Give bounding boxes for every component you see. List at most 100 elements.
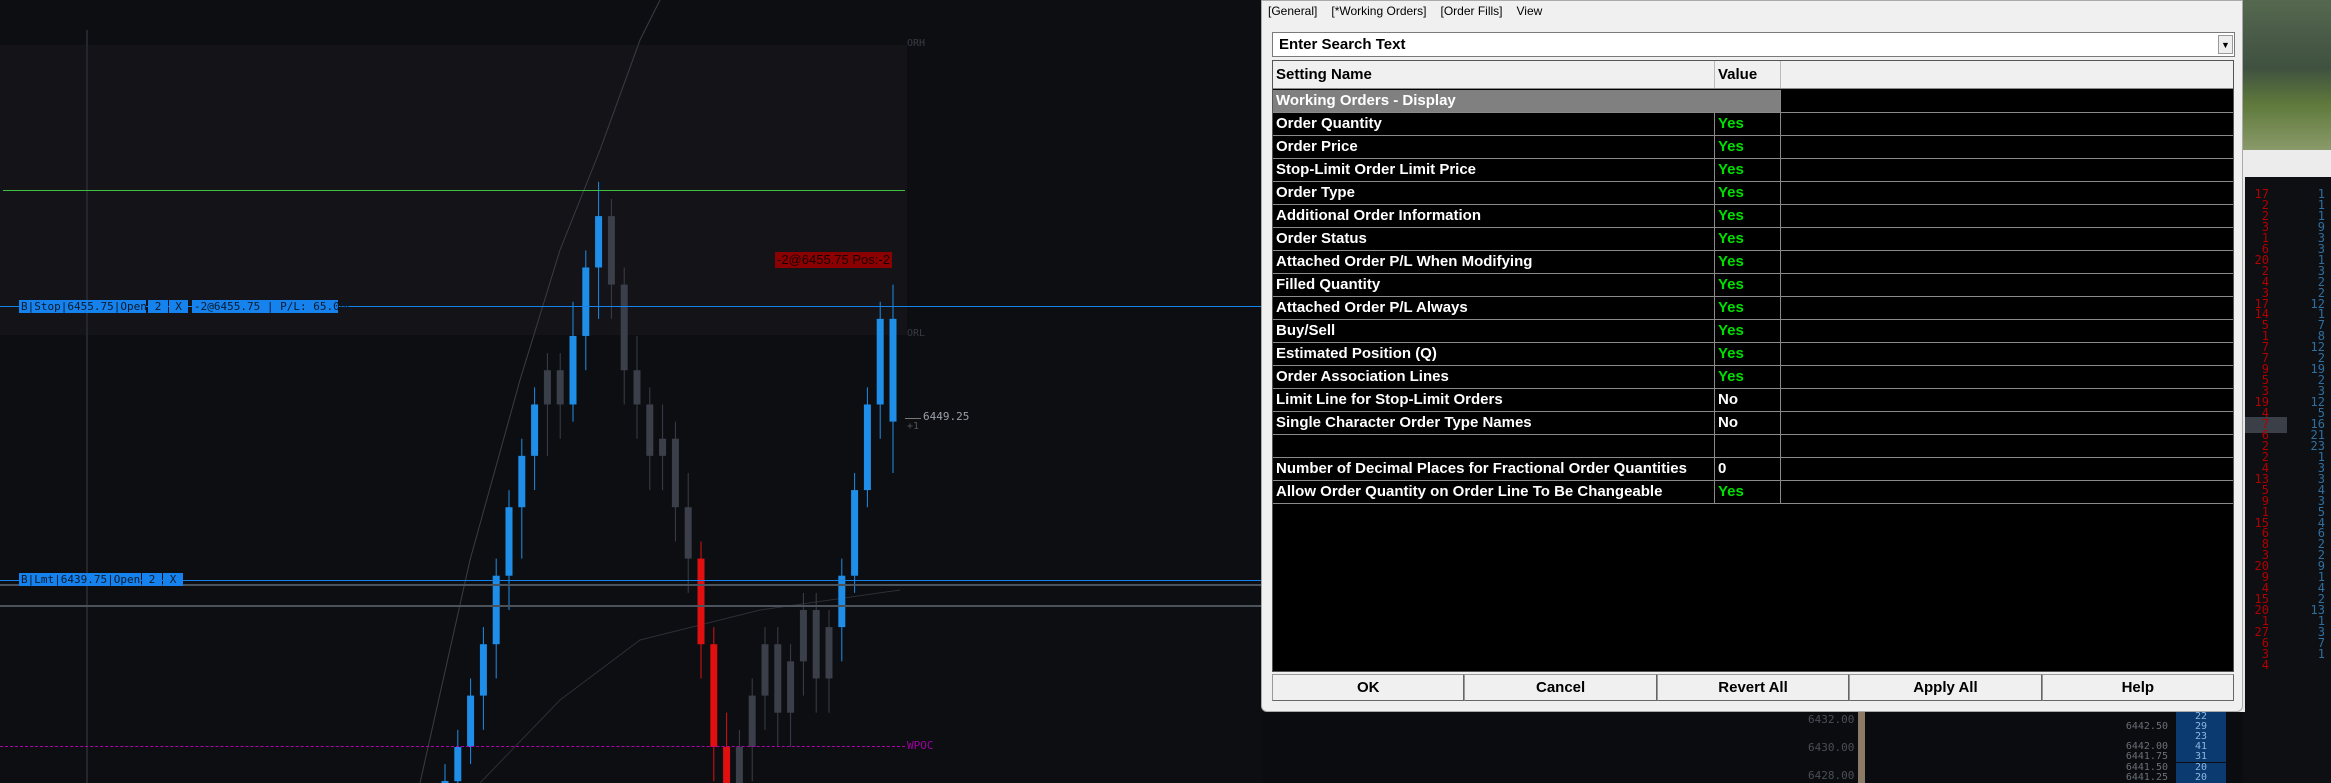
tab-working-orders[interactable]: [*Working Orders] [1331, 4, 1426, 18]
setting-row[interactable]: Attached Order P/L Always Yes [1273, 297, 2233, 320]
setting-row[interactable]: Order Price Yes [1273, 136, 2233, 159]
stop-order-info[interactable]: B|Stop|6455.75|Open|0 [19, 300, 160, 313]
chart-settings-dialog: [General] [*Working Orders] [Order Fills… [1261, 0, 2243, 712]
orl-label: ORL [907, 328, 926, 339]
setting-name: Estimated Position (Q) [1276, 345, 1437, 362]
column-setting-name[interactable]: Setting Name [1276, 61, 1713, 88]
search-input[interactable]: Enter Search Text ▼ [1272, 32, 2235, 57]
setting-value[interactable]: Yes [1714, 136, 1780, 158]
candle-body [684, 507, 692, 559]
limit-order-qty[interactable]: 2 [142, 573, 162, 586]
setting-row[interactable]: Filled Quantity Yes [1273, 274, 2233, 297]
ok-button[interactable]: OK [1272, 674, 1465, 701]
candle-body [633, 370, 641, 405]
candle-body [787, 661, 795, 713]
setting-row[interactable]: Limit Line for Stop-Limit Orders No [1273, 389, 2233, 412]
vpoc-line [0, 746, 905, 747]
setting-row[interactable]: Buy/Sell Yes [1273, 320, 2233, 343]
setting-name: Attached Order P/L Always [1276, 299, 1468, 316]
last-price-delta: +1 [907, 421, 920, 432]
setting-value[interactable]: Yes [1714, 274, 1780, 296]
dialog-buttons: OK Cancel Revert All Apply All Help [1272, 674, 2235, 701]
ladder-bid-size[interactable]: 31 [2176, 752, 2226, 763]
setting-value[interactable]: Yes [1714, 297, 1780, 319]
candle-body [851, 490, 859, 576]
setting-row[interactable]: Order Status Yes [1273, 228, 2233, 251]
limit-order-line[interactable] [0, 580, 1262, 581]
setting-value[interactable]: No [1714, 389, 1780, 411]
setting-row[interactable]: Order Type Yes [1273, 182, 2233, 205]
candle-body [646, 404, 654, 456]
gray-level-line [0, 584, 1262, 586]
setting-row[interactable]: Number of Decimal Places for Fractional … [1273, 458, 2233, 481]
setting-value[interactable]: Yes [1714, 205, 1780, 227]
price-chart[interactable]: WPOC ORH ORL 6449.25 +1 -2@6455.75 Pos:-… [0, 0, 1262, 783]
setting-value[interactable]: Yes [1714, 251, 1780, 273]
limit-order-info[interactable]: B|Lmt|6439.75|Open|0 [19, 573, 153, 586]
candle-body [748, 695, 756, 747]
limit-order-cancel-button[interactable]: X [163, 573, 183, 586]
setting-name: Order Association Lines [1276, 368, 1449, 385]
revert-all-button[interactable]: Revert All [1656, 674, 1850, 701]
candle-body [710, 644, 718, 747]
dom-sell-volume[interactable]: 4 [2245, 659, 2269, 671]
setting-row[interactable]: Estimated Position (Q) Yes [1273, 343, 2233, 366]
dialog-tabs: [General] [*Working Orders] [Order Fills… [1268, 4, 1542, 18]
stop-order-pl: -2@6455.75 | P/L: 65.00C [192, 300, 353, 313]
setting-value[interactable]: Yes [1714, 320, 1780, 342]
orh-label: ORH [907, 38, 926, 49]
setting-row[interactable]: Order Quantity Yes [1273, 113, 2233, 136]
position-label: -2@6455.75 Pos:-2 [775, 252, 892, 268]
candle-body [825, 627, 833, 679]
setting-name: Attached Order P/L When Modifying [1276, 253, 1533, 270]
setting-value[interactable]: Yes [1714, 113, 1780, 135]
setting-value[interactable]: Yes [1714, 366, 1780, 388]
background-photo [2243, 0, 2331, 150]
ladder-price: 6441.25 [2125, 771, 2168, 783]
price-axis-label: 6432.00 [1808, 713, 1855, 726]
ladder-bid-size[interactable]: 20 [2176, 762, 2226, 773]
tab-general[interactable]: [General] [1268, 4, 1317, 18]
stop-order-qty[interactable]: 2 [148, 300, 168, 313]
tab-view[interactable]: View [1517, 4, 1543, 18]
setting-value[interactable]: Yes [1714, 159, 1780, 181]
candle-body [582, 267, 590, 336]
candle-body [761, 644, 769, 696]
ladder-bid-size[interactable]: 20 [2176, 772, 2226, 783]
chevron-down-icon[interactable]: ▼ [2218, 35, 2233, 54]
setting-row[interactable]: Attached Order P/L When Modifying Yes [1273, 251, 2233, 274]
tab-order-fills[interactable]: [Order Fills] [1441, 4, 1503, 18]
window-strip [2243, 150, 2331, 177]
apply-all-button[interactable]: Apply All [1849, 674, 2042, 701]
setting-value[interactable]: Yes [1714, 481, 1780, 503]
setting-spacer-row [1273, 435, 2233, 458]
candle-body [876, 318, 884, 405]
dom-buy-volume[interactable]: 1 [2300, 648, 2325, 660]
setting-name: Buy/Sell [1276, 322, 1336, 339]
search-placeholder: Enter Search Text [1279, 36, 1406, 53]
setting-row[interactable]: Additional Order Information Yes [1273, 205, 2233, 228]
setting-row[interactable]: Allow Order Quantity on Order Line To Be… [1273, 481, 2233, 504]
stop-order-cancel-button[interactable]: X [169, 300, 188, 313]
setting-row[interactable]: Order Association Lines Yes [1273, 366, 2233, 389]
candle-body [479, 644, 487, 696]
cancel-button[interactable]: Cancel [1464, 674, 1657, 701]
settings-group-header[interactable]: Working Orders - Display [1273, 90, 2233, 113]
setting-value[interactable]: 0 [1714, 458, 1780, 480]
candle-body [543, 370, 551, 405]
candle-body [531, 404, 539, 456]
setting-row[interactable]: Single Character Order Type Names No [1273, 412, 2233, 435]
setting-name: Order Quantity [1276, 115, 1382, 132]
setting-value[interactable]: No [1714, 412, 1780, 434]
stop-order-line[interactable] [0, 306, 1262, 307]
setting-name: Order Price [1276, 138, 1358, 155]
setting-value[interactable]: Yes [1714, 182, 1780, 204]
setting-value[interactable]: Yes [1714, 343, 1780, 365]
column-value[interactable]: Value [1714, 61, 1780, 88]
candle-body [774, 644, 782, 713]
setting-row[interactable]: Stop-Limit Order Limit Price Yes [1273, 159, 2233, 182]
help-button[interactable]: Help [2041, 674, 2235, 701]
settings-table: Setting Name Value Working Orders - Disp… [1272, 60, 2234, 672]
setting-value[interactable] [1714, 435, 1780, 457]
setting-value[interactable]: Yes [1714, 228, 1780, 250]
